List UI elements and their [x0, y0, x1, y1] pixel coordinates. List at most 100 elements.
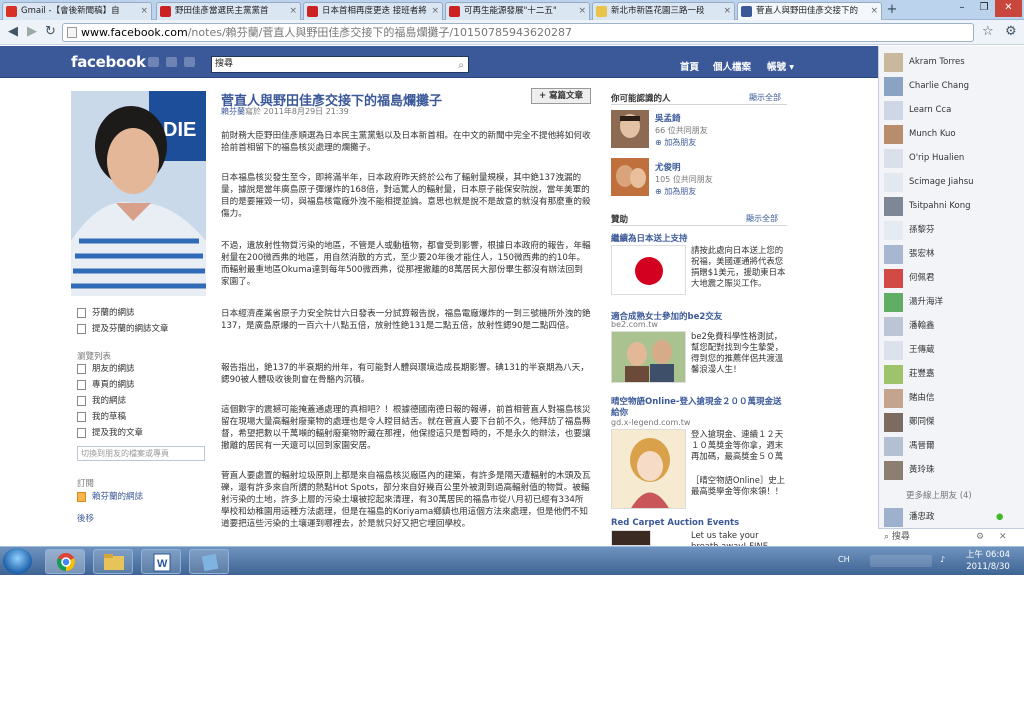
search-icon[interactable]: ⌕: [458, 58, 464, 73]
subscribe-heading: 訂閱: [77, 479, 95, 489]
chat-friend[interactable]: Charlie Chang: [884, 77, 969, 96]
chat-friend[interactable]: 孫黎芬: [884, 221, 935, 240]
person-name[interactable]: 尤俊明: [655, 161, 681, 173]
ad-url[interactable]: be2.com.tw: [611, 320, 658, 329]
chat-friend[interactable]: 湯升海洋: [884, 293, 943, 312]
chat-friend-online[interactable]: 潘忠政 ●: [884, 508, 1003, 527]
facebook-search-input[interactable]: 搜尋 ⌕: [211, 56, 469, 73]
ad-image-anime[interactable]: [611, 429, 686, 509]
profile-picture[interactable]: DIE: [71, 91, 206, 296]
volume-icon[interactable]: ♪: [940, 555, 945, 564]
chat-friend[interactable]: 潘翰鑫: [884, 317, 935, 336]
close-tab-icon[interactable]: ×: [431, 3, 439, 19]
taskbar-word-icon[interactable]: W: [141, 549, 181, 574]
link-my-notes[interactable]: 我的網誌: [77, 396, 126, 407]
system-clock[interactable]: 上午 06:04 2011/8/30: [956, 549, 1020, 573]
note-author-link[interactable]: 賴芬蘭: [221, 107, 245, 116]
chat-friend[interactable]: 王傳蔵: [884, 341, 935, 360]
ad-image-japan-flag[interactable]: [611, 245, 686, 295]
nav-home[interactable]: 首頁: [680, 59, 699, 73]
add-friend-link[interactable]: ⊕ 加為朋友: [655, 137, 696, 148]
ad-image-red-carpet[interactable]: [611, 530, 651, 546]
chat-friend[interactable]: Akram Torres: [884, 53, 965, 72]
ad-title[interactable]: 繼續為日本送上支持: [611, 232, 688, 244]
chat-friend[interactable]: Munch Kuo: [884, 125, 956, 144]
ad-title[interactable]: 晴空物語Online-登入搶現金２００萬現金送給你: [611, 397, 787, 419]
chat-search-input[interactable]: ⌕ 搜尋 ⚙ ✕: [878, 528, 1024, 546]
forward-icon[interactable]: ▶: [27, 24, 37, 40]
tab-news-2[interactable]: 日本首相再度更迭 接班者將 ×: [303, 2, 443, 20]
close-tab-icon[interactable]: ×: [723, 3, 731, 19]
chat-friend[interactable]: Scimage Jiahsu: [884, 173, 974, 192]
close-tab-icon[interactable]: ×: [578, 3, 586, 19]
chat-friend[interactable]: 鄭同傑: [884, 413, 935, 432]
reload-icon[interactable]: ↻: [45, 24, 56, 40]
tab-facebook[interactable]: 菅直人與野田佳彥交接下的 ×: [737, 2, 882, 20]
chat-friend[interactable]: Tsitpahni Kong: [884, 197, 970, 216]
taskbar-app-icon[interactable]: [189, 549, 229, 574]
more-online-friends[interactable]: 更多線上朋友 (4): [906, 489, 972, 501]
pymk-see-all[interactable]: 顯示全部: [749, 92, 781, 103]
person-photo[interactable]: [611, 158, 649, 196]
person-photo[interactable]: [611, 110, 649, 148]
link-notes-about-author[interactable]: 提及芬蘭的網誌文章: [77, 324, 169, 335]
link-subscribe-author[interactable]: 賴芬蘭的網誌: [77, 492, 143, 503]
minimize-button[interactable]: –: [951, 0, 973, 17]
taskbar-chrome-icon[interactable]: [45, 549, 85, 574]
tab-gmail[interactable]: Gmail -【會後新聞稿】自 ×: [2, 2, 152, 20]
close-tab-icon[interactable]: ×: [289, 3, 297, 19]
input-method-bar[interactable]: [870, 555, 932, 567]
add-friend-label: 加為朋友: [664, 138, 697, 147]
language-indicator[interactable]: CH: [838, 555, 850, 564]
chat-friend[interactable]: 賭由信: [884, 389, 935, 408]
write-note-button[interactable]: + 寫篇文章: [531, 88, 591, 104]
link-pages-notes[interactable]: 專頁的網誌: [77, 380, 135, 391]
switch-friend-input[interactable]: 切換到朋友的檔案或專頁: [77, 446, 205, 461]
ad-title[interactable]: Red Carpet Auction Events: [611, 518, 739, 528]
ad-text: Let us take your breath away! FINE: [691, 530, 769, 546]
tab-news-1[interactable]: 野田佳彥當選民主黨黨首 ×: [156, 2, 301, 20]
maximize-button[interactable]: ❐: [973, 0, 995, 17]
wrench-icon[interactable]: ⚙: [1005, 24, 1017, 40]
close-tab-icon[interactable]: ×: [870, 3, 878, 19]
chat-friend[interactable]: 馮晉爾: [884, 437, 935, 456]
link-my-drafts[interactable]: 我的草稿: [77, 412, 126, 423]
close-chat-icon[interactable]: ✕: [999, 529, 1007, 546]
chat-friend[interactable]: O'rip Hualien: [884, 149, 964, 168]
chat-friend[interactable]: Learn Cca: [884, 101, 951, 120]
close-tab-icon[interactable]: ×: [140, 3, 148, 19]
tab-news-3[interactable]: 可再生能源發展"十二五" ×: [445, 2, 590, 20]
close-window-button[interactable]: ✕: [995, 0, 1022, 17]
friend-requests-icon[interactable]: [148, 57, 159, 67]
back-icon[interactable]: ◀: [8, 24, 18, 40]
taskbar-explorer-icon[interactable]: [93, 549, 133, 574]
link-author-notes[interactable]: 芬蘭的網誌: [77, 308, 135, 319]
new-tab-button[interactable]: +: [884, 3, 900, 18]
chat-friend[interactable]: 何佩君: [884, 269, 935, 288]
add-friend-link[interactable]: ⊕ 加為朋友: [655, 186, 696, 197]
link-notes-about-me[interactable]: 提及我的文章: [77, 428, 143, 439]
link-friends-notes[interactable]: 朋友的網誌: [77, 364, 135, 375]
person-name[interactable]: 吳孟錡: [655, 112, 681, 124]
notifications-icon[interactable]: [184, 57, 195, 67]
tab-maps[interactable]: 新北市新區花園三路一段 ×: [592, 2, 735, 20]
ad-url[interactable]: gd.x-legend.com.tw: [611, 418, 690, 427]
bookmark-star-icon[interactable]: ☆: [982, 24, 994, 40]
start-button-icon[interactable]: [3, 548, 32, 574]
avatar: [884, 508, 903, 527]
ad-image-couple[interactable]: [611, 331, 686, 383]
chat-friend[interactable]: 張宏林: [884, 245, 935, 264]
messages-icon[interactable]: [166, 57, 177, 67]
sponsored-see-all[interactable]: 顯示全部: [746, 213, 778, 224]
avatar: [884, 437, 903, 456]
chat-friend[interactable]: 黃玲珠: [884, 461, 935, 480]
nav-profile[interactable]: 個人檔案: [713, 59, 751, 73]
nav-account[interactable]: 帳號 ▾: [767, 59, 794, 73]
back-link[interactable]: 後移: [77, 512, 94, 524]
chat-friend[interactable]: 莊豐嘉: [884, 365, 935, 384]
settings-gear-icon[interactable]: ⚙: [976, 529, 984, 546]
mutual-friends[interactable]: 105 位共同朋友: [655, 174, 713, 185]
facebook-logo[interactable]: facebook: [71, 53, 146, 71]
mutual-friends[interactable]: 66 位共同朋友: [655, 125, 708, 136]
address-bar[interactable]: www.facebook.com/notes/賴芬蘭/菅直人與野田佳彥交接下的福…: [62, 23, 974, 42]
